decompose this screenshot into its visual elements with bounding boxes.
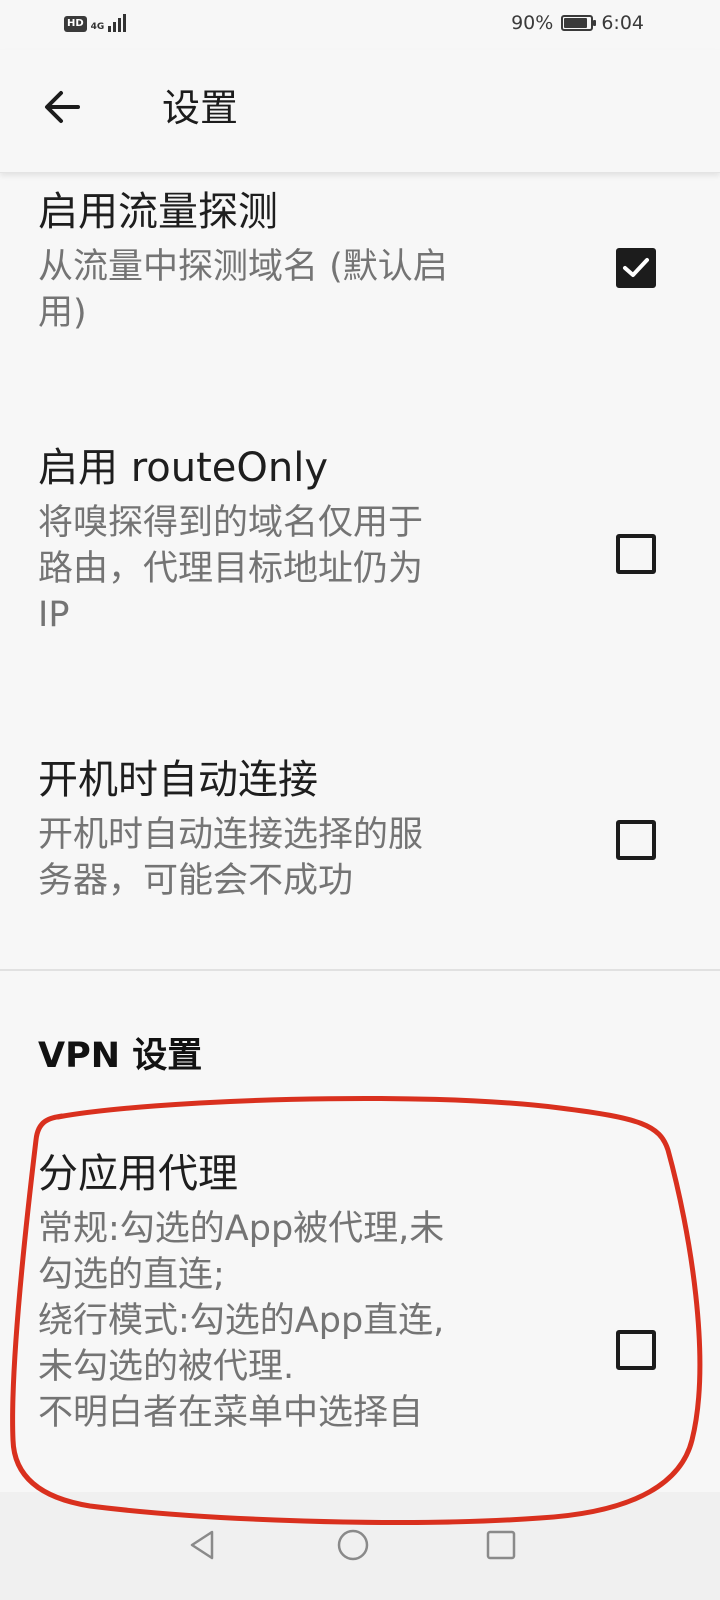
section-divider bbox=[0, 969, 720, 971]
hd-badge: HD bbox=[64, 16, 87, 32]
section-header-vpn: VPN 设置 bbox=[38, 1036, 203, 1076]
nav-back-button[interactable] bbox=[168, 1510, 238, 1580]
summary-line: 开机时自动连接选择的服 bbox=[38, 815, 424, 855]
signal-icon bbox=[108, 12, 127, 32]
nav-recents-button[interactable] bbox=[466, 1510, 536, 1580]
summary-line: 不明白者在菜单中选择自 bbox=[38, 1393, 424, 1433]
battery-fill bbox=[564, 18, 587, 28]
circle-home-icon bbox=[337, 1529, 369, 1561]
pref-title: 启用 routeOnly bbox=[38, 445, 329, 491]
page-title: 设置 bbox=[162, 86, 239, 130]
pref-summary: 开机时自动连接选择的服 务器，可能会不成功 bbox=[38, 812, 568, 904]
pref-per-app-proxy[interactable]: 分应用代理 常规:勾选的App被代理,未 勾选的直连; 绕行模式:勾选的App直… bbox=[0, 1110, 720, 1492]
pref-title: 开机时自动连接 bbox=[38, 757, 318, 803]
summary-line: IP bbox=[38, 595, 70, 635]
battery-percent: 90% bbox=[511, 12, 554, 34]
pref-title: 分应用代理 bbox=[38, 1151, 238, 1197]
status-bar: HD 4G 90% 6:04 bbox=[0, 0, 720, 50]
pref-summary: 从流量中探测域名 (默认启 用) bbox=[38, 244, 568, 336]
back-button[interactable] bbox=[32, 72, 92, 142]
pref-title: 启用流量探测 bbox=[38, 189, 278, 235]
checkmark-icon bbox=[623, 258, 649, 277]
summary-line: 用) bbox=[38, 293, 87, 333]
pref-route-only[interactable]: 启用 routeOnly 将嗅探得到的域名仅用于 路由，代理目标地址仍为 IP bbox=[0, 412, 720, 702]
pref-sniffing[interactable]: 启用流量探测 从流量中探测域名 (默认启 用) bbox=[0, 172, 720, 412]
status-right: 90% 6:04 bbox=[511, 12, 644, 34]
route-only-checkbox[interactable] bbox=[616, 534, 656, 574]
arrow-left-icon bbox=[45, 91, 80, 123]
summary-line: 将嗅探得到的域名仅用于 bbox=[38, 503, 424, 543]
network-type: 4G bbox=[91, 23, 105, 32]
auto-connect-checkbox[interactable] bbox=[616, 820, 656, 860]
square-recents-icon bbox=[486, 1530, 516, 1560]
nav-home-button[interactable] bbox=[318, 1510, 388, 1580]
triangle-back-icon bbox=[190, 1530, 214, 1560]
app-bar: 设置 bbox=[0, 50, 720, 173]
summary-line: 常规:勾选的App被代理,未 bbox=[38, 1209, 445, 1249]
summary-line: 路由，代理目标地址仍为 bbox=[38, 549, 424, 589]
pref-auto-connect[interactable]: 开机时自动连接 开机时自动连接选择的服 务器，可能会不成功 bbox=[0, 702, 720, 968]
summary-line: 务器，可能会不成功 bbox=[38, 861, 354, 901]
summary-line: 未勾选的被代理. bbox=[38, 1347, 295, 1387]
navigation-bar bbox=[0, 1492, 720, 1600]
battery-icon bbox=[561, 15, 597, 31]
clock: 6:04 bbox=[601, 12, 644, 34]
summary-line: 从流量中探测域名 (默认启 bbox=[38, 247, 448, 287]
summary-line: 勾选的直连; bbox=[38, 1255, 225, 1295]
pref-summary: 将嗅探得到的域名仅用于 路由，代理目标地址仍为 IP bbox=[38, 500, 568, 638]
network-type-label: 4G bbox=[90, 22, 105, 32]
pref-summary: 常规:勾选的App被代理,未 勾选的直连; 绕行模式:勾选的App直连, 未勾选… bbox=[38, 1206, 568, 1436]
status-left: HD 4G bbox=[64, 12, 127, 32]
summary-line: 绕行模式:勾选的App直连, bbox=[38, 1301, 445, 1341]
sniffing-checkbox[interactable] bbox=[616, 248, 656, 288]
per-app-proxy-checkbox[interactable] bbox=[616, 1330, 656, 1370]
